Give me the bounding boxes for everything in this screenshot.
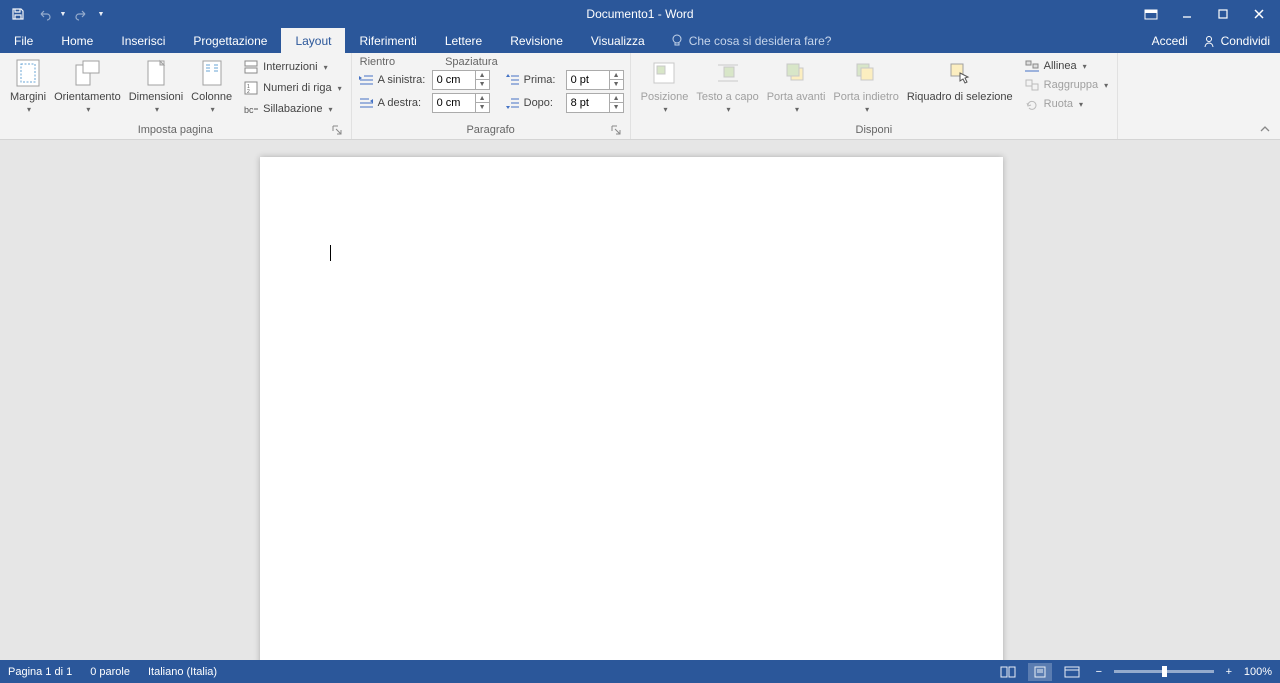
- page-setup-dialog-launcher[interactable]: [331, 124, 343, 136]
- group-icon: [1024, 78, 1040, 92]
- rotate-icon: [1024, 97, 1040, 111]
- wrap-text-icon: [712, 57, 744, 89]
- group-label-arrange: Disponi: [637, 123, 1111, 137]
- redo-button[interactable]: [70, 3, 94, 25]
- indent-right-input[interactable]: ▲▼: [432, 93, 490, 113]
- tab-layout[interactable]: Layout: [281, 28, 345, 53]
- tab-design[interactable]: Progettazione: [179, 28, 281, 53]
- indent-right-label: A destra:: [378, 97, 428, 109]
- group-paragraph: Rientro Spaziatura A sinistra: ▲▼ Prima:…: [352, 53, 631, 139]
- share-button[interactable]: Condividi: [1202, 34, 1270, 48]
- orientation-button[interactable]: Orientamento ▾: [50, 56, 125, 114]
- columns-button[interactable]: Colonne ▾: [187, 56, 236, 114]
- tab-references[interactable]: Riferimenti: [345, 28, 430, 53]
- margins-button[interactable]: Margini ▾: [6, 56, 50, 114]
- page-indicator[interactable]: Pagina 1 di 1: [8, 666, 72, 678]
- send-backward-icon: [850, 57, 882, 89]
- breaks-icon: [243, 59, 259, 75]
- lightbulb-icon: [671, 34, 683, 48]
- spacing-before-icon: [504, 72, 520, 88]
- sign-in-link[interactable]: Accedi: [1152, 34, 1188, 48]
- zoom-slider[interactable]: [1114, 670, 1214, 673]
- spacing-after-icon: [504, 95, 520, 111]
- tab-review[interactable]: Revisione: [496, 28, 577, 53]
- tab-file[interactable]: File: [0, 28, 47, 53]
- size-icon: [140, 57, 172, 89]
- hyphenation-button[interactable]: bc Sillabazione▾: [240, 100, 344, 118]
- position-button: Posizione▾: [637, 56, 693, 114]
- tell-me-placeholder: Che cosa si desidera fare?: [689, 34, 832, 48]
- close-button[interactable]: [1242, 3, 1276, 25]
- qat-customize-dropdown[interactable]: ▼: [96, 3, 106, 25]
- quick-access-toolbar: ▼ ▼: [0, 3, 106, 25]
- minimize-button[interactable]: [1170, 3, 1204, 25]
- spacing-header: Spaziatura: [445, 56, 498, 68]
- spacing-before-input[interactable]: ▲▼: [566, 70, 624, 90]
- zoom-level[interactable]: 100%: [1244, 666, 1272, 678]
- ribbon: Margini ▾ Orientamento ▾ Dimensioni ▾ Co…: [0, 53, 1280, 140]
- margins-icon: [12, 57, 44, 89]
- rotate-button: Ruota▾: [1021, 96, 1111, 112]
- zoom-in-button[interactable]: +: [1222, 666, 1236, 678]
- person-icon: [1202, 34, 1216, 48]
- web-layout-button[interactable]: [1060, 663, 1084, 681]
- window-title: Documento1 - Word: [586, 7, 693, 21]
- bring-forward-icon: [780, 57, 812, 89]
- selection-pane-button[interactable]: Riquadro di selezione: [903, 56, 1017, 103]
- indent-right-icon: [358, 95, 374, 111]
- wrap-text-button: Testo a capo▾: [692, 56, 762, 114]
- align-icon: [1024, 59, 1040, 73]
- spacing-after-input[interactable]: ▲▼: [566, 93, 624, 113]
- indent-header: Rientro: [360, 56, 395, 68]
- breaks-button[interactable]: Interruzioni▾: [240, 58, 344, 76]
- status-bar: Pagina 1 di 1 0 parole Italiano (Italia)…: [0, 660, 1280, 683]
- line-numbers-icon: 12: [243, 80, 259, 96]
- line-numbers-button[interactable]: 12 Numeri di riga▾: [240, 79, 344, 97]
- tab-home[interactable]: Home: [47, 28, 107, 53]
- collapse-ribbon-button[interactable]: [1258, 125, 1272, 135]
- bring-forward-button: Porta avanti▾: [763, 56, 830, 114]
- ribbon-display-options-button[interactable]: [1134, 3, 1168, 25]
- text-cursor: [330, 245, 331, 261]
- print-layout-button[interactable]: [1028, 663, 1052, 681]
- save-button[interactable]: [6, 3, 30, 25]
- size-button[interactable]: Dimensioni ▾: [125, 56, 187, 114]
- ribbon-tabs: File Home Inserisci Progettazione Layout…: [0, 28, 1280, 53]
- title-bar: ▼ ▼ Documento1 - Word: [0, 0, 1280, 28]
- indent-left-input[interactable]: ▲▼: [432, 70, 490, 90]
- group-label-paragraph: Paragrafo: [358, 123, 624, 137]
- selection-pane-icon: [944, 57, 976, 89]
- columns-icon: [196, 57, 228, 89]
- indent-left-icon: [358, 72, 374, 88]
- document-area[interactable]: [0, 140, 1280, 660]
- undo-button[interactable]: [32, 3, 56, 25]
- spacing-after-label: Dopo:: [524, 97, 562, 109]
- language-indicator[interactable]: Italiano (Italia): [148, 666, 217, 678]
- tab-insert[interactable]: Inserisci: [107, 28, 179, 53]
- zoom-out-button[interactable]: −: [1092, 666, 1106, 678]
- group-label-page-setup: Imposta pagina: [6, 123, 345, 137]
- window-controls: [1134, 3, 1280, 25]
- align-button[interactable]: Allinea▾: [1021, 58, 1111, 74]
- document-page[interactable]: [260, 157, 1003, 660]
- tab-mailings[interactable]: Lettere: [431, 28, 496, 53]
- read-mode-button[interactable]: [996, 663, 1020, 681]
- svg-text:bc: bc: [244, 105, 254, 115]
- paragraph-dialog-launcher[interactable]: [610, 124, 622, 136]
- send-backward-button: Porta indietro▾: [829, 56, 902, 114]
- orientation-icon: [71, 57, 103, 89]
- word-count[interactable]: 0 parole: [90, 666, 130, 678]
- tab-view[interactable]: Visualizza: [577, 28, 659, 53]
- spacing-before-label: Prima:: [524, 74, 562, 86]
- group-page-setup: Margini ▾ Orientamento ▾ Dimensioni ▾ Co…: [0, 53, 352, 139]
- svg-text:2: 2: [247, 89, 250, 95]
- position-icon: [648, 57, 680, 89]
- indent-left-label: A sinistra:: [378, 74, 428, 86]
- group-objects-button: Raggruppa▾: [1021, 77, 1111, 93]
- tell-me-search[interactable]: Che cosa si desidera fare?: [659, 28, 844, 53]
- group-arrange: Posizione▾ Testo a capo▾ Porta avanti▾ P…: [631, 53, 1118, 139]
- undo-dropdown[interactable]: ▼: [58, 3, 68, 25]
- hyphenation-icon: bc: [243, 101, 259, 117]
- maximize-button[interactable]: [1206, 3, 1240, 25]
